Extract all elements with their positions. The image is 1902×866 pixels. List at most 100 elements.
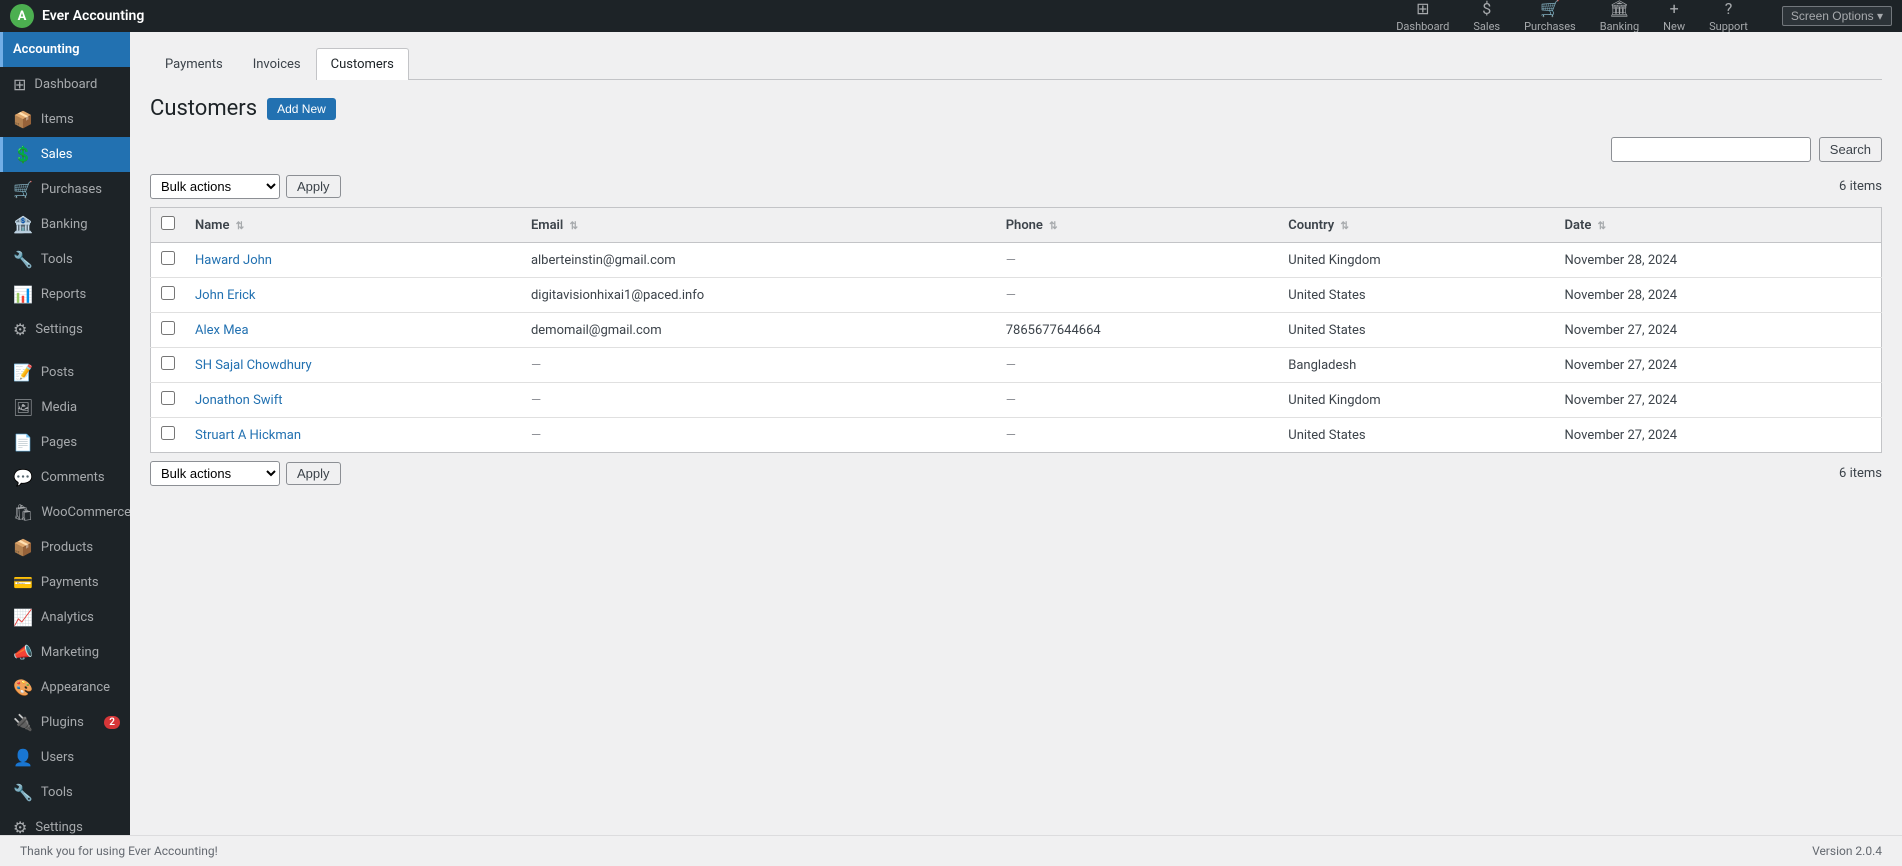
search-button[interactable]: Search	[1819, 137, 1882, 162]
select-all-checkbox[interactable]	[161, 216, 175, 230]
sidebar-item-posts[interactable]: 📝 Posts	[0, 355, 130, 390]
plugins-badge: 2	[104, 716, 120, 729]
sidebar-item-media-label: Media	[41, 400, 77, 415]
wp-settings-icon: ⚙	[13, 818, 27, 835]
sidebar-item-marketing-label: Marketing	[41, 645, 99, 660]
page-header: Customers Add New	[150, 96, 1882, 121]
sidebar-item-analytics-label: Analytics	[41, 610, 94, 625]
dashboard-icon: ⊞	[1416, 0, 1429, 18]
phone-sort-icon: ⇅	[1049, 221, 1057, 232]
row-country-2: United States	[1278, 313, 1554, 348]
row-name-2: Alex Mea	[185, 313, 521, 348]
add-new-button[interactable]: Add New	[267, 98, 336, 120]
row-checkbox-2[interactable]	[161, 321, 175, 335]
row-country-0: United Kingdom	[1278, 243, 1554, 278]
table-row: Jonathon Swift — — United Kingdom Novemb…	[151, 383, 1882, 418]
sidebar-item-comments[interactable]: 💬 Comments	[0, 460, 130, 495]
sidebar-item-payments[interactable]: 💳 Payments	[0, 565, 130, 600]
search-input[interactable]	[1611, 137, 1811, 162]
brand: A Ever Accounting	[10, 4, 144, 28]
sidebar-item-purchases[interactable]: 🛒 Purchases	[0, 172, 130, 207]
footer-thank-you: Thank you for using Ever Accounting!	[20, 844, 218, 858]
banking-sidebar-icon: 🏦	[13, 215, 33, 234]
sidebar-item-users[interactable]: 👤 Users	[0, 740, 130, 775]
users-icon: 👤	[13, 748, 33, 767]
sidebar-item-products[interactable]: 📦 Products	[0, 530, 130, 565]
row-checkbox-3[interactable]	[161, 356, 175, 370]
row-date-3: November 27, 2024	[1555, 348, 1882, 383]
sidebar-item-pages[interactable]: 📄 Pages	[0, 425, 130, 460]
sidebar-item-tools[interactable]: 🔧 Tools	[0, 242, 130, 277]
dashboard-sidebar-icon: ⊞	[13, 75, 26, 94]
sidebar-item-settings-label: Settings	[35, 322, 82, 337]
sidebar-item-analytics[interactable]: 📈 Analytics	[0, 600, 130, 635]
bulk-actions-select[interactable]: Bulk actions	[150, 174, 280, 199]
sidebar-item-tools-label: Tools	[41, 252, 73, 267]
row-checkbox-4[interactable]	[161, 391, 175, 405]
banking-icon: 🏛	[1609, 0, 1629, 18]
settings-sidebar-icon: ⚙	[13, 320, 27, 339]
apply-button-bottom[interactable]: Apply	[286, 462, 341, 485]
sidebar-item-banking[interactable]: 🏦 Banking	[0, 207, 130, 242]
toolbar-bottom-left: Bulk actions Apply	[150, 461, 341, 486]
customer-link-1[interactable]: John Erick	[195, 288, 256, 303]
tabs: Payments Invoices Customers	[150, 48, 1882, 80]
customers-table: Name ⇅ Email ⇅ Phone ⇅ Country ⇅	[150, 207, 1882, 453]
table-row: Alex Mea demomail@gmail.com 786567764466…	[151, 313, 1882, 348]
col-header-country[interactable]: Country ⇅	[1278, 208, 1554, 243]
apply-button-top[interactable]: Apply	[286, 175, 341, 198]
screen-options-button[interactable]: Screen Options ▾	[1782, 6, 1892, 26]
customer-link-3[interactable]: SH Sajal Chowdhury	[195, 358, 312, 373]
col-header-phone[interactable]: Phone ⇅	[996, 208, 1279, 243]
sidebar-item-appearance[interactable]: 🎨 Appearance	[0, 670, 130, 705]
bulk-actions-select-bottom[interactable]: Bulk actions	[150, 461, 280, 486]
footer: Thank you for using Ever Accounting! Ver…	[0, 835, 1902, 866]
row-email-5: —	[521, 418, 996, 453]
row-name-1: John Erick	[185, 278, 521, 313]
row-checkbox-0[interactable]	[161, 251, 175, 265]
layout: Accounting ⊞ Dashboard 📦 Items 💲 Sales 🛒…	[0, 32, 1902, 835]
customer-link-4[interactable]: Jonathon Swift	[195, 393, 283, 408]
tab-customers[interactable]: Customers	[316, 48, 409, 80]
row-checkbox-5[interactable]	[161, 426, 175, 440]
col-header-check	[151, 208, 186, 243]
sidebar-item-sales[interactable]: 💲 Sales	[0, 137, 130, 172]
sidebar-item-wp-tools[interactable]: 🔧 Tools	[0, 775, 130, 810]
tab-invoices[interactable]: Invoices	[238, 48, 316, 80]
customer-link-0[interactable]: Haward John	[195, 253, 272, 268]
sidebar-item-dashboard-label: Dashboard	[34, 77, 97, 92]
row-phone-5: —	[996, 418, 1279, 453]
sidebar-item-plugins[interactable]: 🔌 Plugins 2	[0, 705, 130, 740]
row-name-0: Haward John	[185, 243, 521, 278]
row-email-1: digitavisionhixai1@paced.info	[521, 278, 996, 313]
customer-link-5[interactable]: Struart A Hickman	[195, 428, 301, 443]
sidebar-item-media[interactable]: 🖼 Media	[0, 390, 130, 425]
sidebar-item-dashboard[interactable]: ⊞ Dashboard	[0, 67, 130, 102]
row-date-5: November 27, 2024	[1555, 418, 1882, 453]
sidebar-item-marketing[interactable]: 📣 Marketing	[0, 635, 130, 670]
appearance-icon: 🎨	[13, 678, 33, 697]
sidebar-item-wp-settings[interactable]: ⚙ Settings	[0, 810, 130, 835]
col-header-email[interactable]: Email ⇅	[521, 208, 996, 243]
country-sort-icon: ⇅	[1341, 221, 1349, 232]
row-phone-0: —	[996, 243, 1279, 278]
payments-icon: 💳	[13, 573, 33, 592]
col-header-date[interactable]: Date ⇅	[1555, 208, 1882, 243]
row-email-0: alberteinstin@gmail.com	[521, 243, 996, 278]
customer-link-2[interactable]: Alex Mea	[195, 323, 249, 338]
col-header-name[interactable]: Name ⇅	[185, 208, 521, 243]
toolbar-bottom: Bulk actions Apply 6 items	[150, 461, 1882, 486]
sidebar: Accounting ⊞ Dashboard 📦 Items 💲 Sales 🛒…	[0, 32, 130, 835]
sidebar-item-settings[interactable]: ⚙ Settings	[0, 312, 130, 347]
sidebar-item-reports[interactable]: 📊 Reports	[0, 277, 130, 312]
row-checkbox-1[interactable]	[161, 286, 175, 300]
row-date-0: November 28, 2024	[1555, 243, 1882, 278]
tab-payments[interactable]: Payments	[150, 48, 238, 80]
sidebar-item-woocommerce[interactable]: 🛍 WooCommerce	[0, 495, 130, 530]
top-bar: A Ever Accounting ⊞ Dashboard $ Sales 🛒 …	[0, 0, 1902, 32]
woocommerce-icon: 🛍	[13, 503, 33, 522]
items-count-bottom: 6 items	[1839, 466, 1882, 481]
analytics-icon: 📈	[13, 608, 33, 627]
pages-icon: 📄	[13, 433, 33, 452]
sidebar-item-items[interactable]: 📦 Items	[0, 102, 130, 137]
